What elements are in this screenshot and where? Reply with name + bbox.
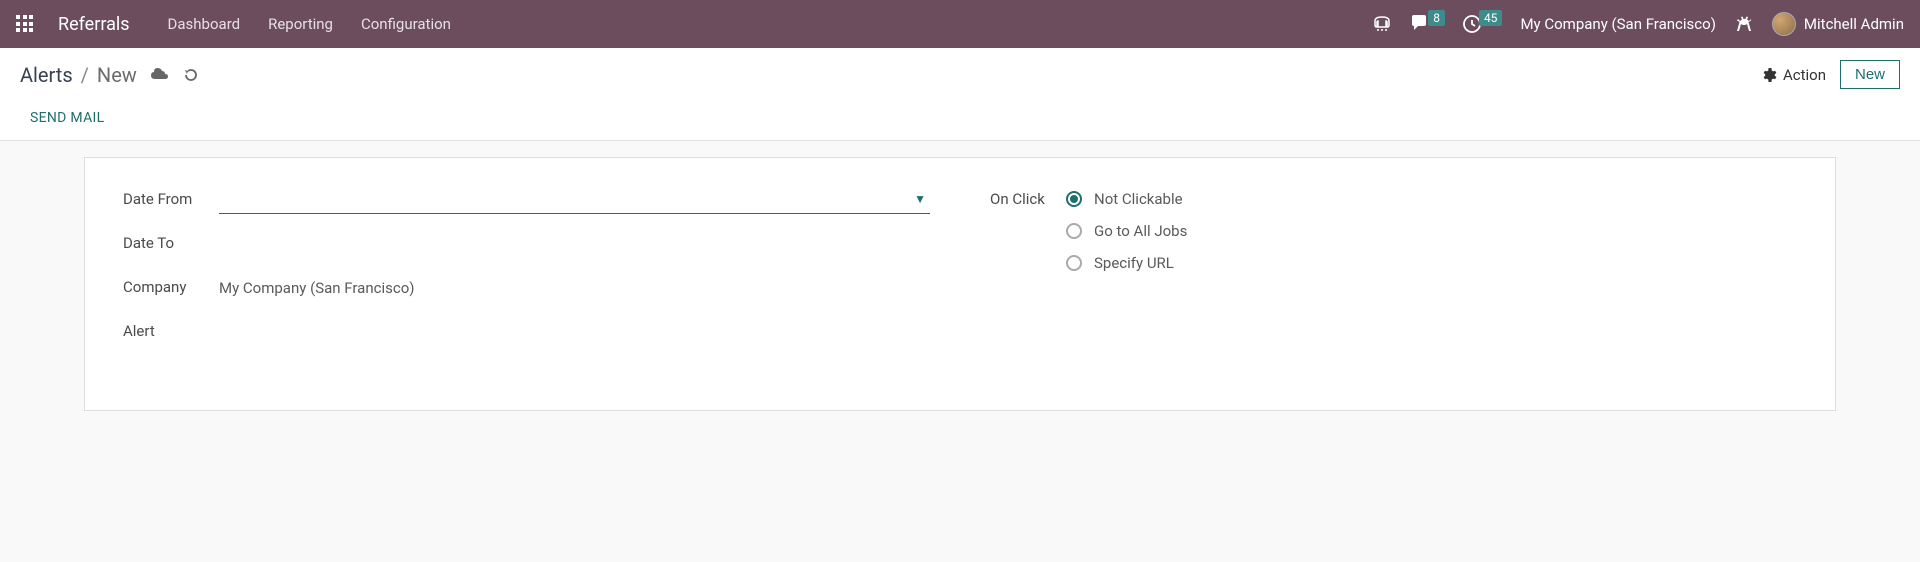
breadcrumb: Alerts / New	[20, 63, 199, 87]
date-from-input[interactable]	[219, 190, 930, 214]
gear-icon	[1763, 68, 1777, 82]
control-panel-top: Alerts / New Action New	[20, 60, 1900, 97]
activities-badge: 45	[1479, 10, 1503, 26]
nav-dashboard[interactable]: Dashboard	[168, 15, 241, 33]
navbar-left: Referrals Dashboard Reporting Configurat…	[16, 14, 451, 35]
status-bar: SEND MAIL	[20, 97, 1900, 140]
company-selector[interactable]: My Company (San Francisco)	[1520, 15, 1715, 33]
action-menu[interactable]: Action	[1763, 66, 1826, 84]
avatar	[1772, 12, 1796, 36]
nav-reporting[interactable]: Reporting	[268, 15, 333, 33]
support-icon[interactable]	[1372, 15, 1392, 33]
radio-icon	[1066, 191, 1082, 207]
nav-links: Dashboard Reporting Configuration	[168, 15, 451, 33]
radio-all-jobs[interactable]: Go to All Jobs	[1066, 222, 1797, 240]
app-brand[interactable]: Referrals	[58, 14, 130, 35]
control-panel-actions: Action New	[1763, 60, 1900, 89]
field-alert: Alert	[123, 322, 930, 348]
radio-label-not-clickable: Not Clickable	[1094, 190, 1183, 208]
breadcrumb-separator: /	[81, 63, 89, 87]
control-panel: Alerts / New Action New	[0, 48, 1920, 141]
discard-icon[interactable]	[183, 67, 199, 83]
user-menu[interactable]: Mitchell Admin	[1772, 12, 1904, 36]
radio-label-all-jobs: Go to All Jobs	[1094, 222, 1187, 240]
alert-label: Alert	[123, 322, 219, 340]
field-date-from: Date From ▼	[123, 190, 930, 216]
field-company: Company My Company (San Francisco)	[123, 278, 930, 304]
apps-icon[interactable]	[16, 15, 34, 33]
field-date-to: Date To	[123, 234, 930, 260]
form-right-column: On Click Not Clickable Go to All Jobs Sp…	[990, 190, 1797, 366]
messages-icon[interactable]: 8	[1410, 15, 1445, 33]
field-on-click: On Click Not Clickable Go to All Jobs Sp…	[990, 190, 1797, 272]
breadcrumb-root[interactable]: Alerts	[20, 63, 73, 87]
company-label: Company	[123, 278, 219, 296]
radio-not-clickable[interactable]: Not Clickable	[1066, 190, 1797, 208]
radio-icon	[1066, 223, 1082, 239]
content-area: Date From ▼ Date To Company My Company (…	[0, 141, 1920, 427]
user-name: Mitchell Admin	[1804, 15, 1904, 33]
breadcrumb-current: New	[97, 63, 137, 87]
company-value[interactable]: My Company (San Francisco)	[219, 279, 414, 297]
cloud-save-icon[interactable]	[151, 68, 169, 82]
radio-label-specify-url: Specify URL	[1094, 254, 1174, 272]
messages-badge: 8	[1428, 10, 1445, 26]
action-menu-label: Action	[1783, 66, 1826, 84]
form-left-column: Date From ▼ Date To Company My Company (…	[123, 190, 930, 366]
navbar-right: 8 45 My Company (San Francisco) Mitchell…	[1372, 12, 1904, 36]
on-click-radio-group: Not Clickable Go to All Jobs Specify URL	[1066, 190, 1797, 272]
debug-icon[interactable]	[1734, 14, 1754, 34]
top-navbar: Referrals Dashboard Reporting Configurat…	[0, 0, 1920, 48]
send-mail-button[interactable]: SEND MAIL	[30, 110, 104, 126]
nav-configuration[interactable]: Configuration	[361, 15, 451, 33]
date-to-label: Date To	[123, 234, 219, 252]
radio-specify-url[interactable]: Specify URL	[1066, 254, 1797, 272]
activities-icon[interactable]: 45	[1463, 15, 1503, 33]
on-click-label: On Click	[990, 190, 1066, 208]
form-sheet: Date From ▼ Date To Company My Company (…	[84, 157, 1836, 411]
new-button[interactable]: New	[1840, 60, 1900, 89]
radio-icon	[1066, 255, 1082, 271]
date-from-label: Date From	[123, 190, 219, 208]
